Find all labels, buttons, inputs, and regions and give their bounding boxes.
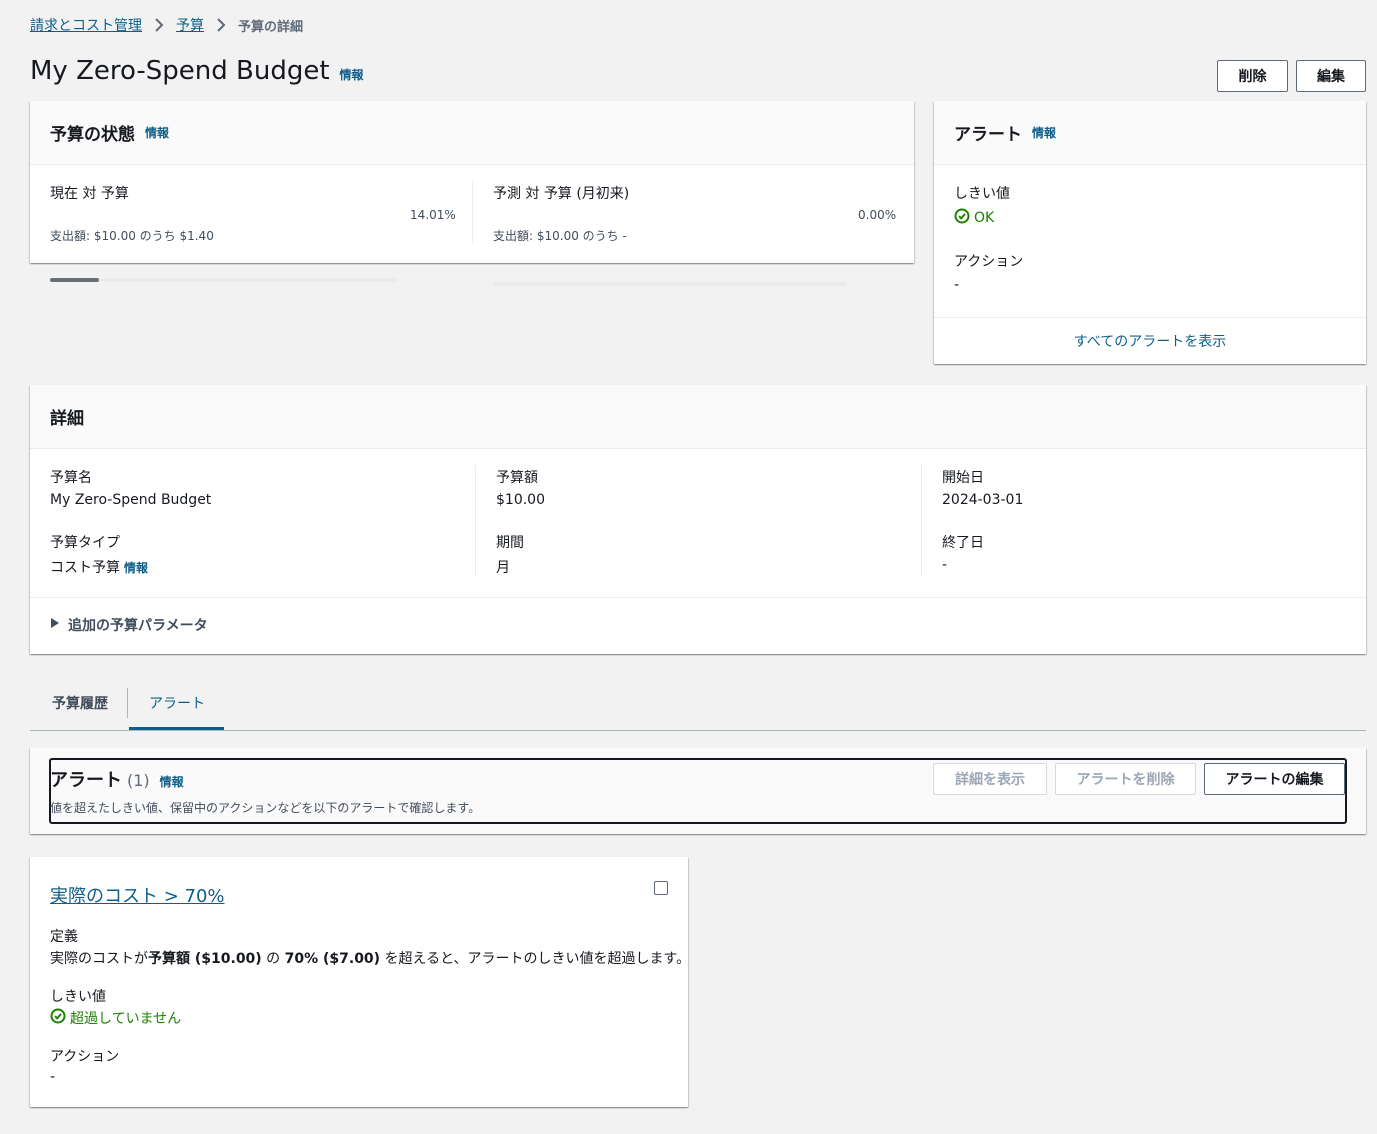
- threshold-value: OK: [974, 210, 995, 226]
- page-info-link[interactable]: 情報: [340, 66, 364, 83]
- alerts-section-title-row: アラート (1) 情報: [50, 766, 184, 792]
- action-label: アクション: [954, 254, 1024, 270]
- alert-summary-title: アラート: [954, 125, 1022, 145]
- definition-part: を超えると、アラートのしきい値を超過します。: [380, 951, 691, 967]
- period-label: 期間: [496, 535, 524, 551]
- definition-part: 実際のコストが: [50, 951, 148, 967]
- start-date-label: 開始日: [942, 470, 984, 486]
- budget-type-value: コスト予算: [50, 560, 120, 576]
- chevron-right-icon: [216, 18, 226, 32]
- details-header: 詳細: [30, 385, 1366, 449]
- end-date-value: -: [942, 557, 948, 573]
- details-title: 詳細: [50, 409, 84, 429]
- budget-amount-label: 予算額: [496, 470, 538, 486]
- alert-action-label: アクション: [50, 1049, 120, 1065]
- budget-status-header: 予算の状態 情報: [30, 101, 914, 165]
- forecast-percent: 0.00%: [858, 208, 897, 222]
- budget-type-info-link[interactable]: 情報: [124, 559, 148, 576]
- definition-threshold: 70% ($7.00): [284, 951, 381, 967]
- details-divider: [30, 597, 1366, 598]
- breadcrumb: 請求とコスト管理 予算 予算の詳細: [30, 14, 303, 36]
- card-footer-divider: [934, 317, 1366, 318]
- breadcrumb-budgets[interactable]: 予算: [176, 15, 204, 35]
- forecast-progress-bar: [493, 282, 847, 286]
- view-all-alerts-link[interactable]: すべてのアラートを表示: [934, 331, 1366, 351]
- definition-part: の: [261, 951, 285, 967]
- alerts-section-info-link[interactable]: 情報: [160, 773, 184, 790]
- details-card: 詳細 予算名 My Zero-Spend Budget 予算タイプ コスト予算 …: [30, 385, 1366, 654]
- alert-threshold-label: しきい値: [50, 989, 106, 1005]
- budget-status-card: 予算の状態 情報 現在 対 予算 14.01% 支出額: $10.00 のうち …: [30, 101, 914, 286]
- delete-button[interactable]: 削除: [1217, 60, 1288, 92]
- tab-budget-history[interactable]: 予算履歴: [52, 693, 108, 713]
- alerts-count: (1): [127, 771, 150, 790]
- check-circle-icon: [50, 1008, 70, 1028]
- additional-params-toggle[interactable]: 追加の予算パラメータ: [50, 615, 208, 635]
- alerts-section-description: 値を超えたしきい値、保留中のアクションなどを以下のアラートで確認します。: [50, 801, 481, 815]
- budget-status-info-link[interactable]: 情報: [145, 124, 169, 141]
- divider: [921, 465, 922, 577]
- forecast-detail: 支出額: $10.00 のうち -: [493, 229, 627, 243]
- caret-right-icon: [50, 617, 60, 633]
- alert-threshold-status: 超過していません: [50, 1008, 181, 1028]
- budget-name-label: 予算名: [50, 470, 92, 486]
- tabs-underline: [30, 730, 1366, 731]
- budget-amount-value: $10.00: [496, 492, 545, 508]
- chevron-right-icon: [154, 18, 164, 32]
- budget-type-row: コスト予算 情報: [50, 557, 148, 577]
- edit-button[interactable]: 編集: [1296, 60, 1366, 92]
- alert-item-card: 実際のコスト > 70% 定義 実際のコストが予算額 ($10.00) の 70…: [30, 857, 690, 1107]
- threshold-label: しきい値: [954, 186, 1010, 202]
- alert-summary-card: アラート 情報 しきい値 OK アクション - すべてのアラートを表示: [934, 101, 1366, 364]
- delete-alert-button[interactable]: アラートを削除: [1055, 763, 1196, 795]
- alert-threshold-value: 超過していません: [70, 1011, 182, 1027]
- edit-alert-button[interactable]: アラートの編集: [1204, 763, 1345, 795]
- end-date-label: 終了日: [942, 535, 984, 551]
- alert-select-checkbox[interactable]: [654, 881, 668, 895]
- page-title-row: My Zero-Spend Budget 情報: [30, 56, 364, 86]
- divider: [472, 181, 473, 243]
- view-details-button[interactable]: 詳細を表示: [933, 763, 1047, 795]
- forecast-vs-budget-label: 予測 対 予算 (月初来): [493, 186, 630, 202]
- breadcrumb-billing[interactable]: 請求とコスト管理: [30, 15, 142, 35]
- budget-type-label: 予算タイプ: [50, 535, 120, 551]
- current-progress-bar: [50, 278, 398, 282]
- threshold-status: OK: [954, 208, 994, 228]
- alerts-section-title: アラート: [50, 770, 122, 791]
- current-progress-fill: [50, 278, 99, 282]
- budget-status-title: 予算の状態: [50, 125, 135, 145]
- alert-item-title-link[interactable]: 実際のコスト > 70%: [50, 882, 225, 908]
- action-value: -: [954, 277, 960, 293]
- definition-label: 定義: [50, 929, 78, 945]
- budget-name-value: My Zero-Spend Budget: [50, 492, 212, 508]
- definition-budget-amount: 予算額 ($10.00): [148, 951, 262, 967]
- alerts-section-header: アラート (1) 情報 値を超えたしきい値、保留中のアクションなどを以下のアラー…: [30, 748, 1366, 834]
- alert-summary-header: アラート 情報: [934, 101, 1366, 165]
- period-value: 月: [496, 560, 510, 576]
- start-date-value: 2024-03-01: [942, 492, 1024, 508]
- alert-action-value: -: [50, 1069, 56, 1085]
- check-circle-icon: [954, 208, 974, 228]
- current-detail: 支出額: $10.00 のうち $1.40: [50, 229, 214, 243]
- page-title: My Zero-Spend Budget: [30, 56, 330, 86]
- tab-divider: [127, 688, 128, 718]
- current-percent: 14.01%: [410, 208, 456, 222]
- alert-summary-info-link[interactable]: 情報: [1032, 124, 1056, 141]
- breadcrumb-current: 予算の詳細: [238, 19, 304, 35]
- current-vs-budget-label: 現在 対 予算: [50, 186, 129, 202]
- divider: [475, 465, 476, 577]
- definition-text: 実際のコストが予算額 ($10.00) の 70% ($7.00) を超えると、…: [50, 948, 690, 968]
- additional-params-label: 追加の予算パラメータ: [68, 618, 208, 634]
- tab-alerts[interactable]: アラート: [149, 693, 205, 713]
